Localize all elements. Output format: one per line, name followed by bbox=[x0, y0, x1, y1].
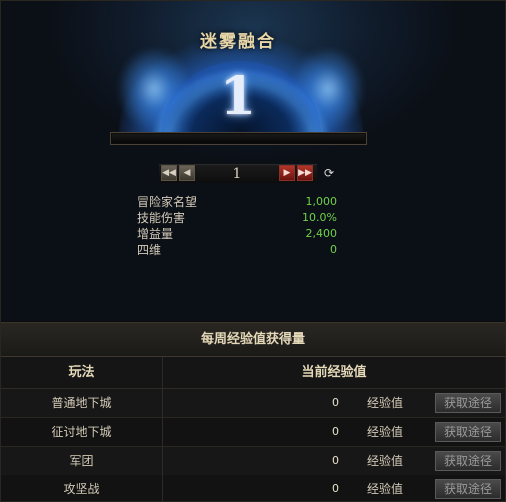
column-header-mode: 玩法 bbox=[68, 365, 95, 380]
exp-value-cell: 0 bbox=[332, 482, 339, 495]
stat-value: 1,000 bbox=[305, 195, 338, 208]
exp-value-cell: 0 bbox=[332, 425, 339, 438]
stat-value: 0 bbox=[330, 243, 337, 256]
mode-cell: 军团 bbox=[69, 454, 94, 468]
weekly-exp-title: 每周经验值获得量 bbox=[1, 323, 505, 357]
exp-value-cell: 0 bbox=[332, 454, 339, 467]
refresh-icon[interactable]: ⟳ bbox=[322, 165, 336, 181]
table-row: 军团 0 经验值 获取途径 bbox=[1, 447, 505, 476]
mode-cell: 征讨地下城 bbox=[51, 425, 112, 439]
stat-row-four-stats: 四维 0 bbox=[137, 242, 337, 258]
table-header: 玩法 当前经验值 bbox=[1, 357, 505, 389]
column-divider bbox=[162, 357, 163, 501]
stat-value: 10.0% bbox=[302, 211, 337, 224]
stepper-value: 1 bbox=[232, 166, 242, 182]
table-row: 攻坚战 0 经验值 获取途径 bbox=[1, 475, 505, 501]
stat-label: 增益量 bbox=[137, 227, 174, 241]
mist-fusion-panel: 迷雾融合 1 ◀◀ ◀ 1 ▶ ▶▶ ⟳ 冒险家名望 1,000 技能伤害 10… bbox=[0, 0, 506, 502]
fusion-progress-bar bbox=[110, 132, 367, 145]
stat-value: 2,400 bbox=[305, 227, 338, 240]
weekly-exp-table: 每周经验值获得量 玩法 当前经验值 普通地下城 0 经验值 获取途径 征讨地下城… bbox=[1, 322, 505, 501]
exp-unit-cell: 经验值 bbox=[367, 482, 404, 496]
table-row: 普通地下城 0 经验值 获取途径 bbox=[1, 389, 505, 418]
stat-label: 四维 bbox=[137, 243, 162, 257]
exp-unit-cell: 经验值 bbox=[367, 396, 404, 410]
page-title: 迷雾融合 bbox=[200, 32, 276, 52]
exp-unit-cell: 经验值 bbox=[367, 425, 404, 439]
stat-label: 技能伤害 bbox=[137, 211, 186, 225]
left-arrow-icon[interactable]: ◀ bbox=[179, 165, 195, 181]
fusion-header-area: 迷雾融合 1 ◀◀ ◀ 1 ▶ ▶▶ ⟳ 冒险家名望 1,000 技能伤害 10… bbox=[1, 1, 505, 321]
exp-unit-cell: 经验值 bbox=[367, 454, 404, 468]
table-row: 征讨地下城 0 经验值 获取途径 bbox=[1, 418, 505, 447]
double-right-arrow-icon[interactable]: ▶▶ bbox=[297, 165, 313, 181]
mode-cell: 攻坚战 bbox=[63, 482, 100, 496]
right-arrow-icon[interactable]: ▶ bbox=[279, 165, 295, 181]
get-route-button[interactable]: 获取途径 bbox=[435, 451, 501, 471]
mode-cell: 普通地下城 bbox=[51, 396, 112, 410]
stat-label: 冒险家名望 bbox=[137, 195, 198, 209]
column-header-exp: 当前经验值 bbox=[301, 365, 367, 380]
stat-row-buff: 增益量 2,400 bbox=[137, 226, 337, 242]
level-stepper: ◀◀ ◀ 1 ▶ ▶▶ ⟳ bbox=[159, 164, 339, 183]
get-route-button[interactable]: 获取途径 bbox=[435, 393, 501, 413]
get-route-button[interactable]: 获取途径 bbox=[435, 479, 501, 499]
stats-list: 冒险家名望 1,000 技能伤害 10.0% 增益量 2,400 四维 0 bbox=[137, 194, 337, 258]
stat-row-skill-damage: 技能伤害 10.0% bbox=[137, 210, 337, 226]
double-left-arrow-icon[interactable]: ◀◀ bbox=[161, 165, 177, 181]
fusion-level-number: 1 bbox=[219, 66, 257, 127]
exp-value-cell: 0 bbox=[332, 396, 339, 409]
stat-row-fame: 冒险家名望 1,000 bbox=[137, 194, 337, 210]
get-route-button[interactable]: 获取途径 bbox=[435, 422, 501, 442]
